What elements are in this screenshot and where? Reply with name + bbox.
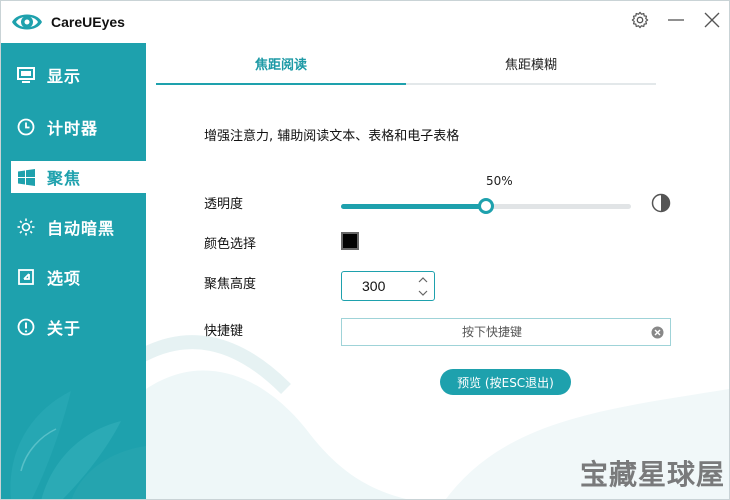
focus-height-input[interactable] bbox=[362, 278, 408, 294]
minimize-button[interactable] bbox=[663, 7, 689, 33]
opacity-slider[interactable] bbox=[341, 198, 631, 214]
minimize-icon bbox=[668, 19, 684, 21]
preview-button[interactable]: 预览 (按ESC退出) bbox=[440, 369, 571, 395]
color-swatch[interactable] bbox=[341, 232, 359, 250]
windows-icon bbox=[17, 168, 35, 186]
sidebar-item-options[interactable]: 选项 bbox=[1, 261, 146, 293]
info-icon bbox=[17, 318, 35, 336]
tab-focus-blur[interactable]: 焦距模糊 bbox=[406, 55, 656, 85]
gear-icon bbox=[631, 11, 649, 29]
opacity-value: 50% bbox=[486, 174, 513, 188]
sidebar-item-timer[interactable]: 计时器 bbox=[1, 111, 146, 143]
sidebar-item-label: 关于 bbox=[47, 319, 82, 338]
tab-bar: 焦距阅读 焦距模糊 bbox=[156, 55, 656, 85]
decrement-button[interactable] bbox=[416, 287, 430, 299]
hotkey-label: 快捷键 bbox=[204, 324, 244, 339]
close-button[interactable] bbox=[699, 7, 725, 33]
sidebar-item-display[interactable]: 显示 bbox=[1, 59, 146, 91]
close-icon bbox=[704, 12, 720, 28]
sidebar-item-label: 聚焦 bbox=[47, 169, 82, 188]
sidebar-item-label: 计时器 bbox=[47, 119, 99, 138]
app-title: CareUEyes bbox=[51, 14, 125, 30]
sidebar: 显示 计时器 聚焦 自动暗黑 选项 关于 bbox=[1, 43, 146, 499]
opacity-slider-thumb[interactable] bbox=[478, 198, 494, 214]
chevron-up-icon bbox=[418, 277, 428, 283]
tab-focus-reading[interactable]: 焦距阅读 bbox=[156, 55, 406, 85]
title-bar: CareUEyes bbox=[1, 1, 729, 43]
eye-logo-icon bbox=[12, 14, 42, 30]
settings-button[interactable] bbox=[627, 7, 653, 33]
hotkey-input[interactable] bbox=[342, 319, 642, 345]
sidebar-item-label: 显示 bbox=[47, 67, 82, 86]
sun-icon bbox=[17, 218, 35, 236]
opacity-slider-fill bbox=[341, 204, 486, 209]
monitor-icon bbox=[17, 66, 35, 84]
hotkey-field bbox=[341, 318, 671, 346]
sidebar-item-auto-dark[interactable]: 自动暗黑 bbox=[1, 211, 146, 243]
contrast-icon[interactable] bbox=[651, 193, 671, 213]
watermark-text: 宝藏星球屋 bbox=[579, 458, 725, 491]
focus-height-stepper bbox=[341, 271, 435, 301]
increment-button[interactable] bbox=[416, 274, 430, 286]
sidebar-item-label: 选项 bbox=[47, 269, 82, 288]
feature-description: 增强注意力, 辅助阅读文本、表格和电子表格 bbox=[204, 129, 460, 144]
clock-icon bbox=[17, 118, 35, 136]
opacity-label: 透明度 bbox=[204, 197, 244, 212]
main-panel: 焦距阅读 焦距模糊 增强注意力, 辅助阅读文本、表格和电子表格 透明度 50% … bbox=[146, 43, 729, 499]
color-label: 颜色选择 bbox=[204, 237, 257, 252]
app-window: CareUEyes 显示 计时器 聚焦 自动暗黑 选项 关于 焦距阅读 焦距模糊… bbox=[0, 0, 730, 500]
sidebar-item-about[interactable]: 关于 bbox=[1, 311, 146, 343]
options-icon bbox=[17, 268, 35, 286]
clear-icon[interactable] bbox=[651, 326, 664, 339]
chevron-down-icon bbox=[418, 290, 428, 296]
focus-height-label: 聚焦高度 bbox=[204, 277, 257, 292]
sidebar-item-focus[interactable]: 聚焦 bbox=[11, 161, 146, 193]
sidebar-item-label: 自动暗黑 bbox=[47, 219, 116, 238]
